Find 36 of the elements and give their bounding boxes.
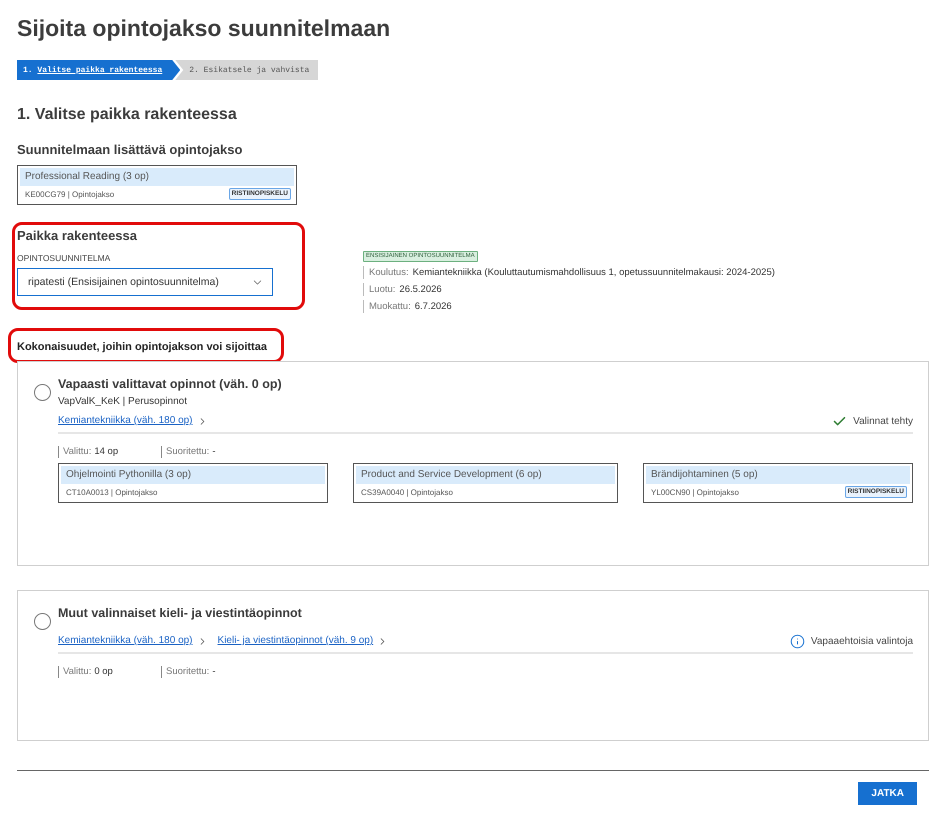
- subsection-heading: Suunnitelmaan lisättävä opintojakso: [17, 141, 242, 159]
- stat-text: Suoritettu: -: [161, 446, 264, 458]
- radio-button[interactable]: [34, 384, 51, 401]
- module-subtitle: VapValK_KeK | Perusopinnot: [58, 395, 188, 409]
- stat-text: Valittu: 0 op: [58, 666, 161, 678]
- subsection-heading: Paikka rakenteessa: [17, 227, 138, 245]
- status-text: Vapaaehtoisia valintoja: [810, 636, 913, 646]
- course-title: Product and Service Development (6 op): [356, 466, 615, 484]
- step-tab[interactable]: 1. Valitse paikka rakenteessa: [17, 60, 180, 80]
- course-meta: YL00CN90 | Opintojakso: [651, 488, 739, 496]
- info-row-text: Muokattu: 6.7.2026: [363, 300, 452, 313]
- page-title: Sijoita opintojakso suunnitelmaan: [17, 14, 390, 43]
- course-title: Brändijohtaminen (5 op): [646, 466, 910, 484]
- course-meta: CT10A0013 | Opintojakso: [66, 488, 158, 496]
- course-title: Professional Reading (3 op): [20, 168, 294, 186]
- status-text: Valinnat tehty: [853, 416, 913, 426]
- section-heading: 1. Valitse paikka rakenteessa: [17, 105, 237, 125]
- subsection-heading: Kokonaisuudet, joihin opintojakson voi sijoittaa: [17, 340, 267, 354]
- field-label: OPINTOSUUNNITELMA: [17, 252, 112, 264]
- continue-button[interactable]: JATKA: [858, 782, 917, 805]
- breadcrumb-link[interactable]: Kemiantekniikka (väh. 180 op): [58, 413, 193, 429]
- course-meta: CS39A0040 | Opintojakso: [361, 488, 453, 496]
- breadcrumb-link[interactable]: Kemiantekniikka (väh. 180 op): [58, 633, 193, 649]
- step-tab[interactable]: 2. Esikatsele ja vahvista: [175, 60, 318, 80]
- course-meta: KE00CG79 | Opintojakso: [25, 190, 114, 198]
- radio-button[interactable]: [34, 613, 51, 630]
- module-title: Muut valinnaiset kieli- ja viestintäopinnot: [58, 605, 303, 621]
- stat-text: Valittu: 14 op: [58, 446, 161, 458]
- plan-select[interactable]: ripatesti (Ensisijainen opintosuunnitelma): [17, 268, 273, 296]
- course-title: Ohjelmointi Pythonilla (3 op): [61, 466, 325, 484]
- breadcrumb-link[interactable]: Kieli- ja viestintäopinnot (väh. 9 op): [218, 633, 374, 649]
- info-icon: [790, 634, 805, 648]
- info-row-text: Luotu: 26.5.2026: [363, 283, 442, 296]
- info-row-text: Koulutus: Kemiantekniikka (Kouluttautumismahdollisuus 1, opetussuunnitelmakausi: 2024-2025): [363, 266, 775, 279]
- stat-text: Suoritettu: -: [161, 666, 264, 678]
- module-title: Vapaasti valittavat opinnot (väh. 0 op): [58, 376, 283, 392]
